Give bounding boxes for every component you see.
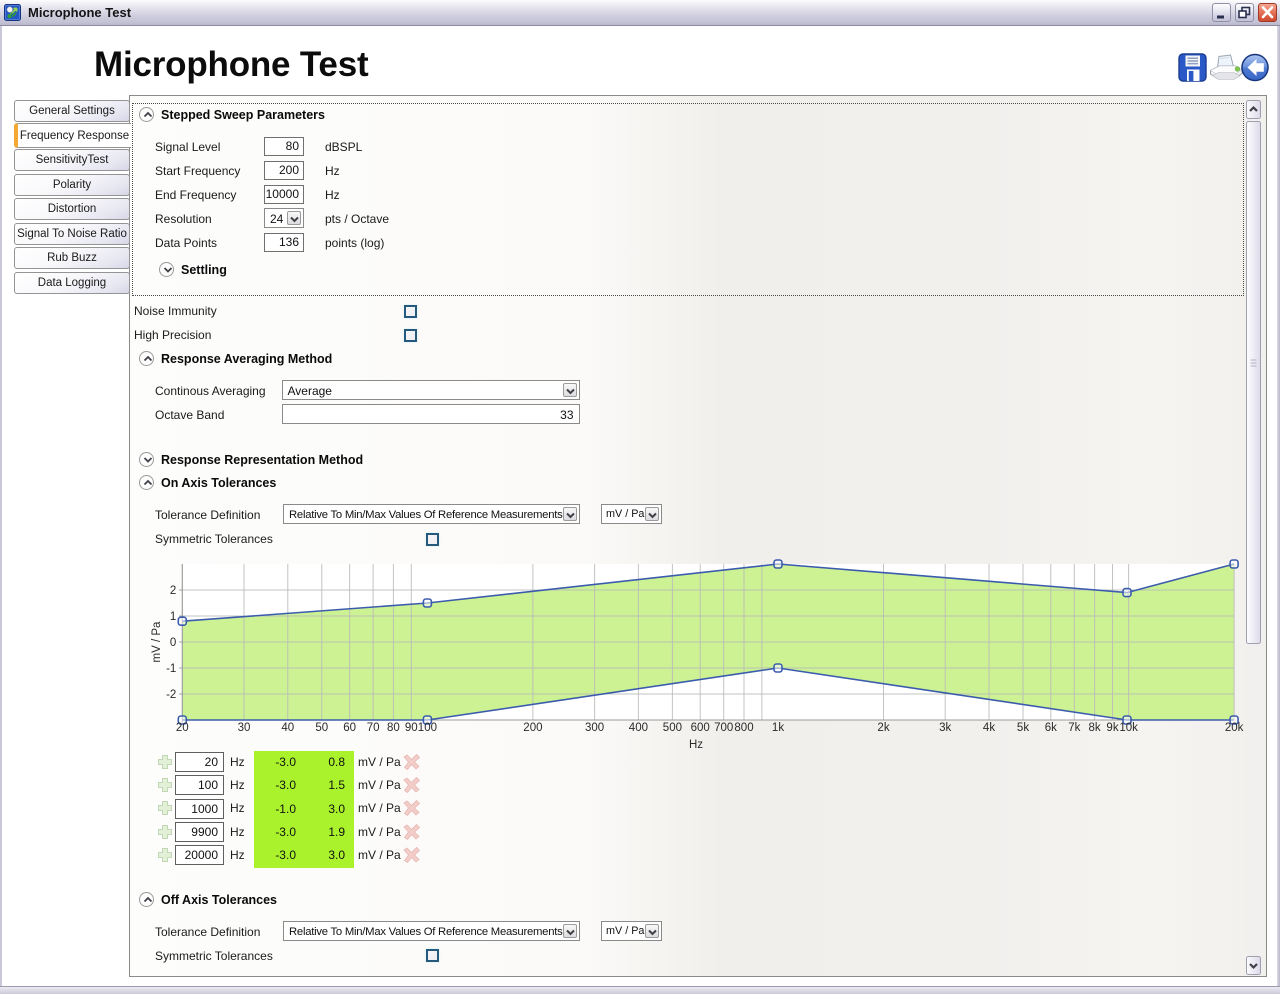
svg-text:80: 80 bbox=[387, 722, 400, 734]
svg-text:8k: 8k bbox=[1089, 722, 1101, 734]
svg-text:5k: 5k bbox=[1017, 722, 1029, 734]
svg-text:700: 700 bbox=[714, 722, 733, 734]
svg-text:70: 70 bbox=[367, 722, 380, 734]
svg-text:10k: 10k bbox=[1119, 722, 1138, 734]
svg-text:4k: 4k bbox=[983, 722, 995, 734]
svg-text:Hz: Hz bbox=[689, 739, 703, 751]
svg-text:1k: 1k bbox=[772, 722, 784, 734]
svg-text:60: 60 bbox=[343, 722, 356, 734]
svg-text:mV / Pa: mV / Pa bbox=[151, 621, 163, 663]
svg-text:-2: -2 bbox=[166, 689, 176, 701]
svg-text:0: 0 bbox=[170, 637, 176, 649]
svg-text:500: 500 bbox=[663, 722, 682, 734]
svg-text:7k: 7k bbox=[1068, 722, 1080, 734]
svg-text:9k: 9k bbox=[1106, 722, 1118, 734]
svg-text:600: 600 bbox=[691, 722, 710, 734]
svg-text:100: 100 bbox=[418, 722, 437, 734]
svg-text:2: 2 bbox=[170, 585, 176, 597]
svg-text:-1: -1 bbox=[166, 663, 176, 675]
svg-text:400: 400 bbox=[629, 722, 648, 734]
svg-text:20k: 20k bbox=[1225, 722, 1244, 734]
svg-text:50: 50 bbox=[315, 722, 328, 734]
svg-text:40: 40 bbox=[281, 722, 294, 734]
svg-text:200: 200 bbox=[523, 722, 542, 734]
svg-text:2k: 2k bbox=[877, 722, 889, 734]
svg-text:1: 1 bbox=[170, 611, 176, 623]
svg-text:30: 30 bbox=[238, 722, 251, 734]
svg-text:800: 800 bbox=[734, 722, 753, 734]
svg-text:300: 300 bbox=[585, 722, 604, 734]
svg-text:90: 90 bbox=[405, 722, 418, 734]
svg-text:20: 20 bbox=[176, 722, 189, 734]
svg-text:6k: 6k bbox=[1045, 722, 1057, 734]
svg-text:3k: 3k bbox=[939, 722, 951, 734]
